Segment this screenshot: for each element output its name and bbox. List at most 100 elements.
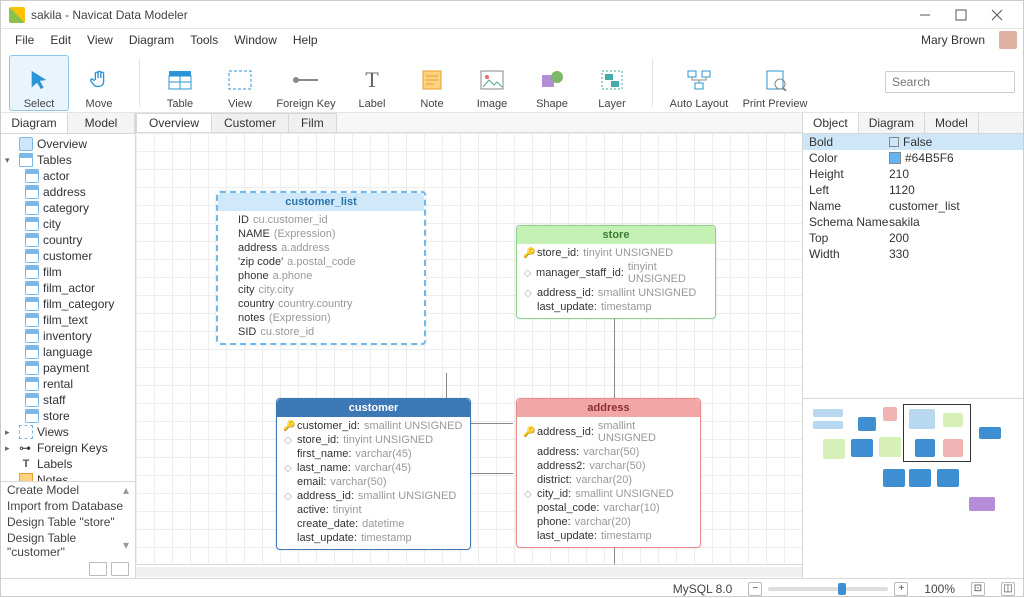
zoom-out-button[interactable]: − (748, 582, 762, 596)
canvas-tab-customer[interactable]: Customer (211, 113, 289, 132)
maximize-button[interactable] (943, 3, 979, 27)
tool-foreignkey[interactable]: Foreign Key (270, 55, 342, 111)
entity-customer-list[interactable]: customer_list ID cu.customer_idNAME (Exp… (216, 191, 426, 345)
prop-color[interactable]: Color#64B5F6 (803, 150, 1023, 166)
history-item[interactable]: Create Model (7, 483, 79, 497)
tool-view[interactable]: View (210, 55, 270, 111)
field-row[interactable]: ◇city_id: smallint UNSIGNED (521, 487, 696, 501)
field-row[interactable]: email: varchar(50) (281, 475, 466, 489)
field-row[interactable]: phone: varchar(20) (521, 515, 696, 529)
tool-layer[interactable]: Layer (582, 55, 642, 111)
tree-table-item[interactable]: category (1, 200, 135, 216)
prop-top[interactable]: Top200 (803, 230, 1023, 246)
field-row[interactable]: 🔑store_id: tinyint UNSIGNED (521, 246, 711, 260)
h-scrollbar[interactable] (136, 564, 802, 578)
field-row[interactable]: address: varchar(50) (521, 445, 696, 459)
field-row[interactable]: country country.country (222, 297, 420, 311)
left-tab-diagram[interactable]: Diagram (1, 113, 68, 133)
canvas-tab-overview[interactable]: Overview (136, 113, 212, 132)
tool-autolayout[interactable]: Auto Layout (663, 55, 735, 111)
menu-diagram[interactable]: Diagram (121, 31, 182, 49)
tree-table-item[interactable]: rental (1, 376, 135, 392)
tree-tables[interactable]: ▾Tables (1, 152, 135, 168)
tree-table-item[interactable]: country (1, 232, 135, 248)
canvas-tab-film[interactable]: Film (288, 113, 337, 132)
field-row[interactable]: create_date: datetime (281, 517, 466, 531)
view-toggle-button[interactable]: ◫ (1001, 582, 1015, 596)
field-row[interactable]: city city.city (222, 283, 420, 297)
tree-table-item[interactable]: film_category (1, 296, 135, 312)
menu-file[interactable]: File (7, 31, 42, 49)
field-row[interactable]: 🔑address_id: smallint UNSIGNED (521, 419, 696, 445)
field-row[interactable]: postal_code: varchar(10) (521, 501, 696, 515)
zoom-in-button[interactable]: + (894, 582, 908, 596)
field-row[interactable]: 🔑customer_id: smallint UNSIGNED (281, 419, 466, 433)
menu-window[interactable]: Window (226, 31, 285, 49)
field-row[interactable]: notes (Expression) (222, 311, 420, 325)
tree-foreignkeys[interactable]: ▸⊶Foreign Keys (1, 440, 135, 456)
tree-table-item[interactable]: inventory (1, 328, 135, 344)
diagram-canvas[interactable]: customer_list ID cu.customer_idNAME (Exp… (136, 133, 802, 564)
tree-table-item[interactable]: address (1, 184, 135, 200)
field-row[interactable]: district: varchar(20) (521, 473, 696, 487)
minimap[interactable] (803, 398, 1023, 578)
field-row[interactable]: ◇store_id: tinyint UNSIGNED (281, 433, 466, 447)
tree-labels[interactable]: TLabels (1, 456, 135, 472)
zoom-slider[interactable] (768, 587, 888, 591)
user-avatar[interactable] (999, 31, 1017, 49)
tree-table-item[interactable]: film (1, 264, 135, 280)
field-row[interactable]: first_name: varchar(45) (281, 447, 466, 461)
field-row[interactable]: 'zip code' a.postal_code (222, 255, 420, 269)
history-item[interactable]: Import from Database (7, 499, 123, 513)
menu-help[interactable]: Help (285, 31, 326, 49)
tree-overview[interactable]: Overview (1, 136, 135, 152)
tool-label[interactable]: T Label (342, 55, 402, 111)
right-tab-diagram[interactable]: Diagram (859, 113, 925, 133)
tool-image[interactable]: Image (462, 55, 522, 111)
history-item[interactable]: Design Table "store" (7, 515, 115, 529)
right-tab-object[interactable]: Object (803, 113, 859, 133)
field-row[interactable]: last_update: timestamp (281, 531, 466, 545)
tree-table-item[interactable]: store (1, 408, 135, 424)
user-name[interactable]: Mary Brown (913, 31, 993, 49)
field-row[interactable]: ◇address_id: smallint UNSIGNED (281, 489, 466, 503)
footer-btn[interactable] (111, 562, 129, 576)
field-row[interactable]: phone a.phone (222, 269, 420, 283)
fit-button[interactable]: ⊡ (971, 582, 985, 596)
tree-notes[interactable]: Notes (1, 472, 135, 481)
prop-width[interactable]: Width330 (803, 246, 1023, 262)
entity-address[interactable]: address 🔑address_id: smallint UNSIGNEDad… (516, 398, 701, 548)
tree-table-item[interactable]: film_text (1, 312, 135, 328)
tree-table-item[interactable]: actor (1, 168, 135, 184)
tool-shape[interactable]: Shape (522, 55, 582, 111)
close-button[interactable] (979, 3, 1015, 27)
field-row[interactable]: NAME (Expression) (222, 227, 420, 241)
search-box[interactable] (885, 71, 1015, 93)
entity-customer[interactable]: customer 🔑customer_id: smallint UNSIGNED… (276, 398, 471, 550)
entity-store[interactable]: store 🔑store_id: tinyint UNSIGNED◇manage… (516, 225, 716, 319)
tool-select[interactable]: Select (9, 55, 69, 111)
search-input[interactable] (892, 75, 1024, 89)
field-row[interactable]: last_update: timestamp (521, 529, 696, 543)
field-row[interactable]: SID cu.store_id (222, 325, 420, 339)
tool-note[interactable]: Note (402, 55, 462, 111)
prop-height[interactable]: Height210 (803, 166, 1023, 182)
tool-printpreview[interactable]: Print Preview (735, 55, 815, 111)
minimize-button[interactable] (907, 3, 943, 27)
tree-table-item[interactable]: customer (1, 248, 135, 264)
field-row[interactable]: ◇address_id: smallint UNSIGNED (521, 286, 711, 300)
right-tab-model[interactable]: Model (925, 113, 979, 133)
footer-btn[interactable] (89, 562, 107, 576)
tree-views[interactable]: ▸Views (1, 424, 135, 440)
field-row[interactable]: address a.address (222, 241, 420, 255)
field-row[interactable]: ◇manager_staff_id: tinyint UNSIGNED (521, 260, 711, 286)
prop-schema[interactable]: Schema Namesakila (803, 214, 1023, 230)
tree-table-item[interactable]: payment (1, 360, 135, 376)
field-row[interactable]: ID cu.customer_id (222, 213, 420, 227)
left-tab-model[interactable]: Model (68, 113, 135, 133)
menu-edit[interactable]: Edit (42, 31, 79, 49)
tree-table-item[interactable]: city (1, 216, 135, 232)
prop-bold[interactable]: BoldFalse (803, 134, 1023, 150)
menu-tools[interactable]: Tools (182, 31, 226, 49)
field-row[interactable]: last_update: timestamp (521, 300, 711, 314)
